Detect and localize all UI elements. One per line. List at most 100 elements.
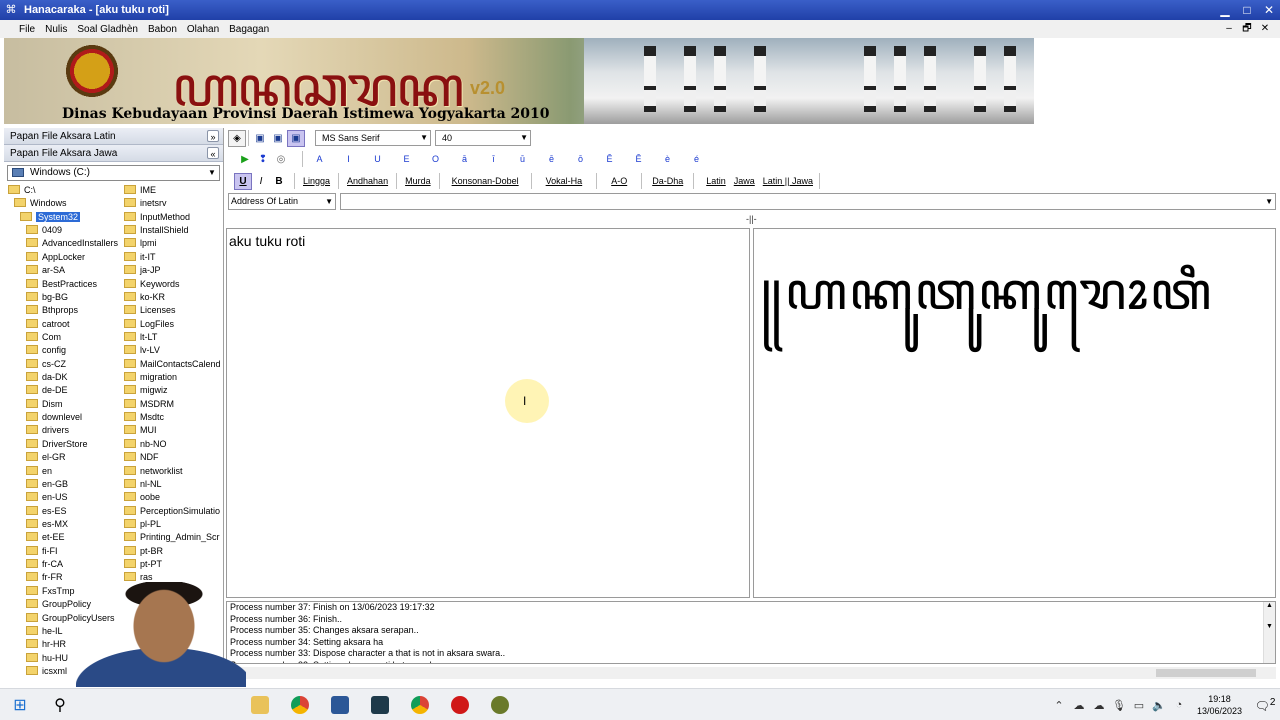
folder-item[interactable]: en-GB [8, 478, 120, 491]
folder-item[interactable]: en-US [8, 491, 120, 504]
folder-item[interactable]: en [8, 465, 120, 478]
folder-item[interactable]: it-IT [124, 251, 222, 264]
volume-icon[interactable]: 🔈 [1149, 699, 1169, 712]
folder-item[interactable]: es-ES [8, 505, 120, 518]
chevron-up-icon[interactable]: ⌃ [1049, 699, 1069, 712]
folder-item[interactable]: fr-CA [8, 558, 120, 571]
folder-item[interactable]: es-MX [8, 518, 120, 531]
folder-item[interactable]: AppLocker [8, 251, 120, 264]
vowel-button[interactable]: ū [508, 151, 537, 168]
chevron-down-icon[interactable]: ▼ [1265, 194, 1273, 209]
folder-item[interactable]: PerceptionSimulatio [124, 505, 222, 518]
folder-item[interactable]: downlevel [8, 411, 120, 424]
folder-item[interactable]: BestPractices [8, 278, 120, 291]
view-jawa-button[interactable]: Jawa [730, 173, 759, 190]
clock[interactable]: 19:18 13/06/2023 [1189, 693, 1250, 717]
folder-item[interactable]: ar-SA [8, 264, 120, 277]
folder-item[interactable]: MailContactsCalend [124, 358, 222, 371]
vowel-button[interactable]: I [334, 151, 363, 168]
folder-item[interactable]: el-GR [8, 451, 120, 464]
chevron-down-icon[interactable]: ▼ [420, 131, 428, 145]
chrome-profile-icon[interactable] [400, 689, 440, 720]
chevron-down-icon[interactable]: ▼ [520, 131, 528, 145]
folder-item[interactable]: System32 [8, 211, 120, 224]
folder-item[interactable]: inetsrv [124, 197, 222, 210]
menu-olahan[interactable]: Olahan [182, 24, 224, 35]
save-as-icon[interactable]: ▣ [269, 130, 287, 147]
murda-button[interactable]: Murda [399, 173, 437, 190]
folder-item[interactable]: pt-BR [124, 545, 222, 558]
latin-file-panel-header[interactable]: Papan File Aksara Latin » [4, 128, 223, 145]
folder-item[interactable]: Printing_Admin_Scr [124, 531, 222, 544]
folder-item[interactable]: AdvancedInstallers [8, 237, 120, 250]
search-icon[interactable]: ⚲ [40, 689, 80, 720]
menu-file[interactable]: File [14, 24, 40, 35]
folder-item[interactable]: Dism [8, 398, 120, 411]
microphone-icon[interactable]: 🎙 [1109, 699, 1129, 712]
folder-item[interactable]: de-DE [8, 384, 120, 397]
folder-item[interactable]: lt-LT [124, 331, 222, 344]
pane-splitter[interactable]: -||- [746, 214, 757, 224]
chevron-down-icon[interactable]: » [207, 130, 219, 142]
folder-item[interactable]: catroot [8, 318, 120, 331]
folder-item[interactable]: IME [124, 184, 222, 197]
folder-item[interactable]: oobe [124, 491, 222, 504]
navigate-icon[interactable]: ◈ [228, 129, 246, 147]
menu-bagagan[interactable]: Bagagan [224, 24, 274, 35]
folder-item[interactable]: migwiz [124, 384, 222, 397]
folder-item[interactable]: InputMethod [124, 211, 222, 224]
view-latin-button[interactable]: Latin [696, 173, 730, 190]
font-name-select[interactable]: MS Sans Serif ▼ [315, 130, 431, 146]
folder-item[interactable]: lv-LV [124, 344, 222, 357]
folder-item[interactable]: bg-BG [8, 291, 120, 304]
menu-soal-gladhen[interactable]: Soal Gladhèn [72, 24, 143, 35]
folder-item[interactable]: drivers [8, 424, 120, 437]
address-type-select[interactable]: Address Of Latin ▼ [228, 193, 336, 210]
folder-item[interactable]: networklist [124, 465, 222, 478]
folder-item[interactable]: cs-CZ [8, 358, 120, 371]
underline-button[interactable]: U [234, 172, 252, 190]
folder-item[interactable]: fi-FI [8, 545, 120, 558]
log-scrollbar[interactable]: ▲ ▼ [1263, 602, 1275, 663]
folder-item[interactable]: pl-PL [124, 518, 222, 531]
mdi-restore-button[interactable]: 🗗 [1238, 20, 1256, 38]
save-all-icon[interactable]: ▣ [287, 129, 305, 147]
wifi-icon[interactable]: ◔ [1169, 699, 1189, 711]
andhahan-button[interactable]: Andhahan [341, 173, 394, 190]
record-icon[interactable] [440, 689, 480, 720]
folder-item[interactable]: pt-PT [124, 558, 222, 571]
chevron-up-icon[interactable]: « [207, 147, 219, 159]
process-log[interactable]: Process number 37: Finish on 13/06/2023 … [226, 601, 1276, 664]
folder-item[interactable]: da-DK [8, 371, 120, 384]
vowel-button[interactable]: Ê [595, 151, 624, 168]
javanese-text-output[interactable]: ꧋ꦲꦏꦸꦠꦸꦏꦸꦫꦺꦴꦠꦶ [753, 228, 1276, 598]
bold-button[interactable]: B [270, 173, 288, 190]
menu-nulis[interactable]: Nulis [40, 24, 72, 35]
vowel-button[interactable]: A [305, 151, 334, 168]
app-icon-dark[interactable] [360, 689, 400, 720]
folder-item[interactable]: ja-JP [124, 264, 222, 277]
hanacaraka-icon[interactable] [480, 689, 520, 720]
lingga-button[interactable]: Lingga [297, 173, 336, 190]
folder-item[interactable]: 0409 [8, 224, 120, 237]
notification-icon[interactable]: 🗨2 [1250, 697, 1280, 713]
folder-item[interactable]: nb-NO [124, 438, 222, 451]
chrome-icon[interactable] [280, 689, 320, 720]
vowel-button[interactable]: ō [566, 151, 595, 168]
settings-icon[interactable]: ◎ [272, 151, 290, 168]
chevron-down-icon[interactable]: ▼ [325, 194, 333, 209]
folder-item[interactable]: nl-NL [124, 478, 222, 491]
folder-item[interactable]: lpmi [124, 237, 222, 250]
folder-item[interactable]: migration [124, 371, 222, 384]
vowel-button[interactable]: U [363, 151, 392, 168]
da-dha-button[interactable]: Da-Dha [644, 173, 691, 190]
vowel-button[interactable]: è [653, 151, 682, 168]
run-icon[interactable]: ▶ [236, 151, 254, 168]
folder-item[interactable]: InstallShield [124, 224, 222, 237]
vowel-button[interactable]: ī [479, 151, 508, 168]
folder-item[interactable]: Keywords [124, 278, 222, 291]
vowel-button[interactable]: ē [537, 151, 566, 168]
cloud-icon[interactable]: ☁ [1089, 699, 1109, 712]
folder-item[interactable]: et-EE [8, 531, 120, 544]
vowel-button[interactable]: Ě [624, 151, 653, 168]
